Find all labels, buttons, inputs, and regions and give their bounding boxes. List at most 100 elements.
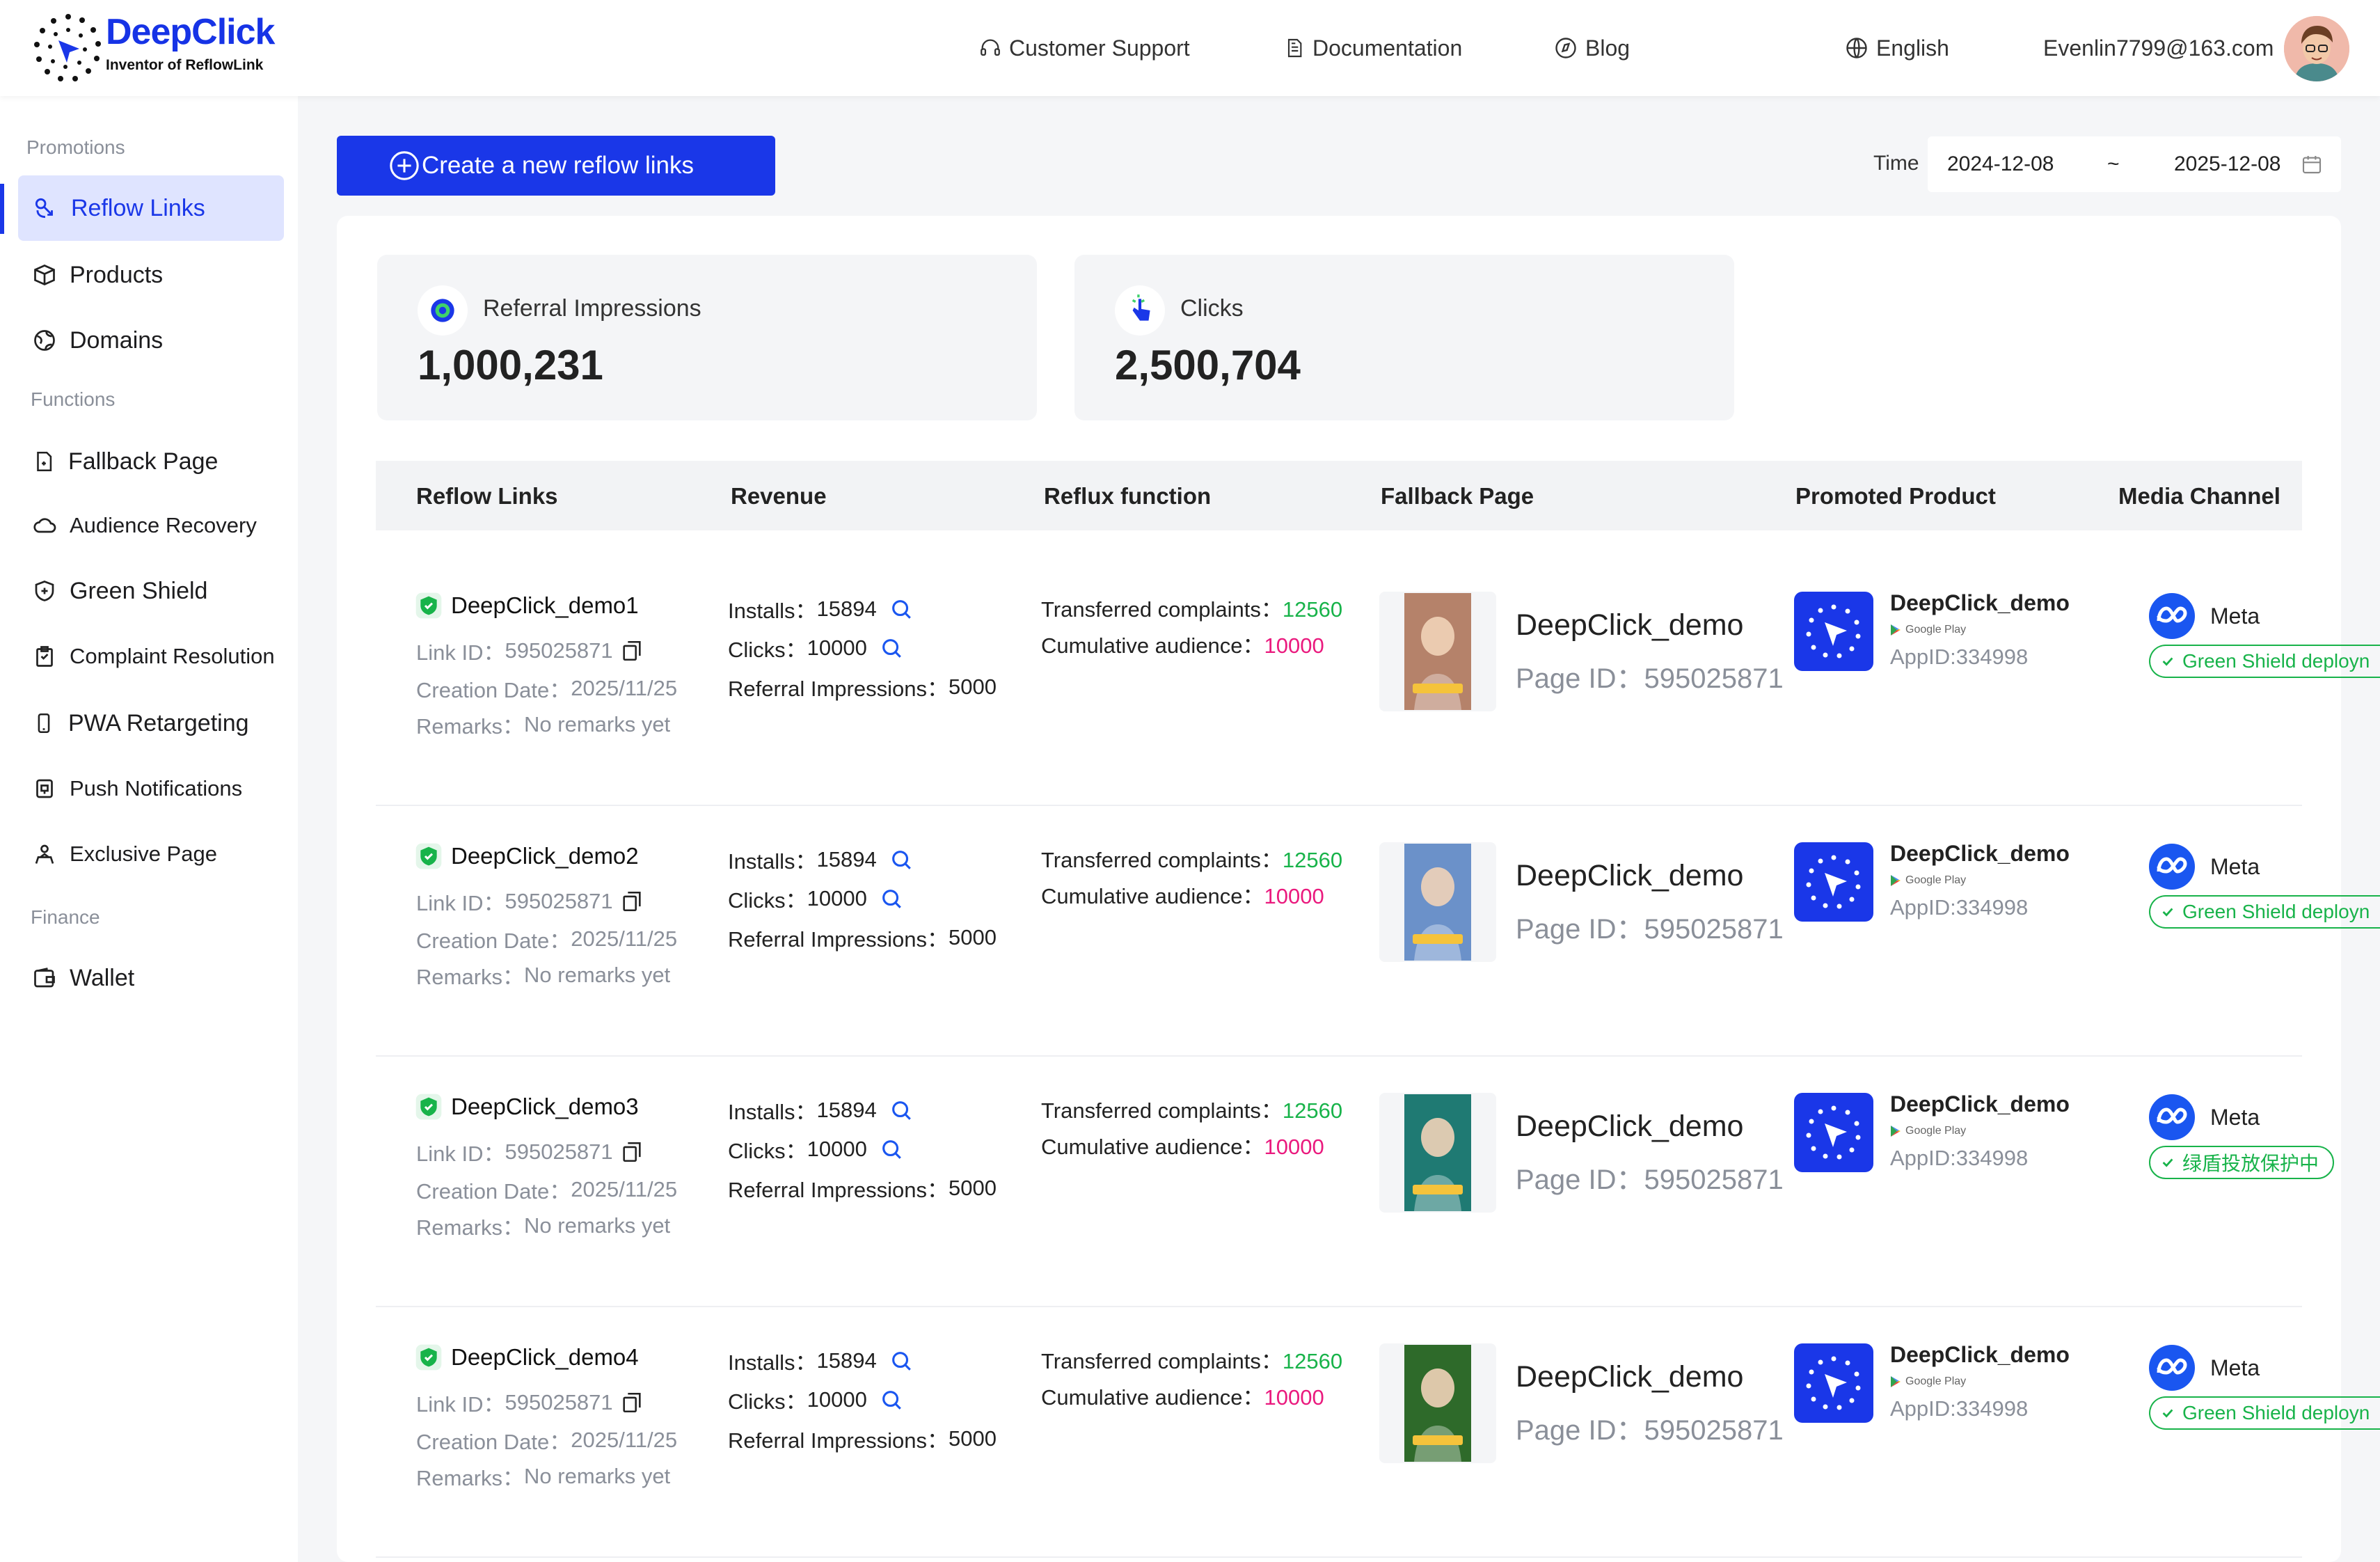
search-icon[interactable] [880,1137,903,1161]
creation-date-label: Creation Date： [416,1179,571,1204]
page-icon [37,451,52,472]
fallback-thumbnail[interactable] [1379,1343,1496,1463]
google-play-label: Google Play [1905,1125,1967,1137]
user-email[interactable]: Evenlin7799@163.com [2043,29,2274,67]
headset-icon [981,39,1000,56]
create-reflow-link-button[interactable]: Create a new reflow links [337,136,775,196]
creation-date: Creation Date： 2025/11/25 [416,1424,677,1456]
sidebar-item-fallback-page[interactable]: Fallback Page [18,429,284,494]
product-name[interactable]: DeepClick_demo [1890,590,2070,616]
fallback-page-id: Page ID：595025871 [1516,656,1784,696]
search-icon[interactable] [880,887,903,910]
search-icon[interactable] [880,636,903,660]
calendar-icon[interactable] [2301,153,2323,175]
meta-icon [2149,844,2195,890]
fallback-thumbnail[interactable] [1379,1093,1496,1213]
product-name[interactable]: DeepClick_demo [1890,1091,2070,1117]
impressions-value: 5000 [948,1175,997,1200]
app-icon[interactable] [1794,592,1873,671]
fallback-page-name[interactable]: DeepClick_demo [1516,859,1743,893]
copy-icon[interactable] [620,1391,644,1414]
link-icon [35,198,53,219]
fallback-thumbnail[interactable] [1379,842,1496,962]
reflow-link-name[interactable]: DeepClick_demo1 [415,592,639,620]
language-label: English [1876,35,1949,61]
page-id-label: Page ID： [1516,663,1644,694]
search-icon[interactable] [889,848,913,871]
copy-icon[interactable] [620,890,644,913]
green-shield-status-badge[interactable]: Green Shield deployn [2149,645,2380,678]
search-icon[interactable] [880,1388,903,1412]
reflow-link-name[interactable]: DeepClick_demo2 [415,842,639,870]
stat-value: 1,000,231 [418,342,603,388]
sidebar-item-push-notifications[interactable]: Push Notifications [18,756,284,821]
search-icon[interactable] [889,597,913,621]
app-icon[interactable] [1794,842,1873,922]
installs-label: Installs： [728,849,817,874]
app-icon[interactable] [1794,1093,1873,1172]
link-id: Link ID： 595025871 [416,1387,644,1418]
nav-documentation[interactable]: Documentation [1283,29,1462,67]
fallback-page-id: Page ID：595025871 [1516,906,1784,947]
transferred-complaints: Transferred complaints：12560 [1041,842,1342,874]
media-channel: Meta [2149,1345,2260,1391]
reflow-link-name[interactable]: DeepClick_demo3 [415,1093,639,1121]
stat-referral-impressions: Referral Impressions 1,000,231 [377,255,1037,420]
product-name[interactable]: DeepClick_demo [1890,1342,2070,1368]
fallback-page-name[interactable]: DeepClick_demo [1516,1110,1743,1144]
avatar-image-icon [2284,16,2349,81]
box-icon [34,265,55,285]
plus-circle-icon [390,151,419,180]
media-channel-label: Meta [2210,1104,2260,1130]
nav-blog[interactable]: Blog [1553,29,1630,67]
sidebar-item-complaint-resolution[interactable]: Complaint Resolution [18,624,284,689]
media-channel: Meta [2149,593,2260,639]
complaints-label: Transferred complaints： [1041,1349,1283,1373]
green-shield-status-badge[interactable]: 绿盾投放保护中 [2149,1146,2335,1179]
stat-label: Referral Impressions [483,295,701,322]
language-selector[interactable]: English [1844,29,1949,67]
sidebar-item-label: Complaint Resolution [70,644,275,668]
sidebar-item-domains[interactable]: Domains [18,308,284,373]
sidebar-item-reflow-links[interactable]: Reflow Links [18,175,284,241]
media-channel-label: Meta [2210,603,2260,629]
audience-value: 10000 [1264,1385,1324,1410]
sidebar-item-audience-recovery[interactable]: Audience Recovery [18,493,284,558]
search-icon[interactable] [889,1349,913,1373]
main-card: Referral Impressions 1,000,231 Clicks 2,… [337,216,2380,1562]
person-icon [35,844,54,864]
user-avatar[interactable] [2284,16,2349,81]
green-shield-status-badge[interactable]: Green Shield deployn [2149,1396,2380,1430]
date-separator: ~ [2107,152,2120,175]
nav-customer-support[interactable]: Customer Support [978,29,1190,67]
app-logo-icon [1806,604,1861,658]
reflow-link-name[interactable]: DeepClick_demo4 [415,1343,639,1371]
product-name[interactable]: DeepClick_demo [1890,841,2070,867]
fallback-page-name[interactable]: DeepClick_demo [1516,1360,1743,1394]
green-shield-icon [415,843,442,869]
fallback-page-name[interactable]: DeepClick_demo [1516,608,1743,642]
fallback-thumbnail[interactable] [1379,592,1496,711]
globe-icon [1846,38,1867,58]
remarks: Remarks： No remarks yet [416,959,670,991]
google-play-icon [1891,1376,1901,1387]
copy-icon[interactable] [620,639,644,663]
sidebar-item-products[interactable]: Products [18,242,284,308]
sidebar-item-exclusive-page[interactable]: Exclusive Page [18,821,284,887]
app-icon[interactable] [1794,1343,1873,1423]
link-id-label: Link ID： [416,640,505,665]
date-start[interactable]: 2024-12-08 [1947,152,2054,176]
date-range-picker[interactable]: 2024-12-08 ~ 2025-12-08 [1928,136,2341,192]
sidebar-item-pwa-retargeting[interactable]: PWA Retargeting [18,691,284,756]
date-end[interactable]: 2025-12-08 [2174,152,2280,176]
revenue-installs: Installs： 15894 [728,1345,913,1376]
revenue-impressions: Referral Impressions： 5000 [728,922,997,953]
sidebar-item-wallet[interactable]: Wallet [18,945,284,1011]
sidebar-item-green-shield[interactable]: Green Shield [18,558,284,624]
copy-icon[interactable] [620,1140,644,1164]
installs-value: 15894 [816,1097,877,1122]
brand-name: DeepClick [106,12,275,52]
creation-date-value: 2025/11/25 [571,675,678,700]
search-icon[interactable] [889,1098,913,1122]
green-shield-status-badge[interactable]: Green Shield deployn [2149,895,2380,929]
